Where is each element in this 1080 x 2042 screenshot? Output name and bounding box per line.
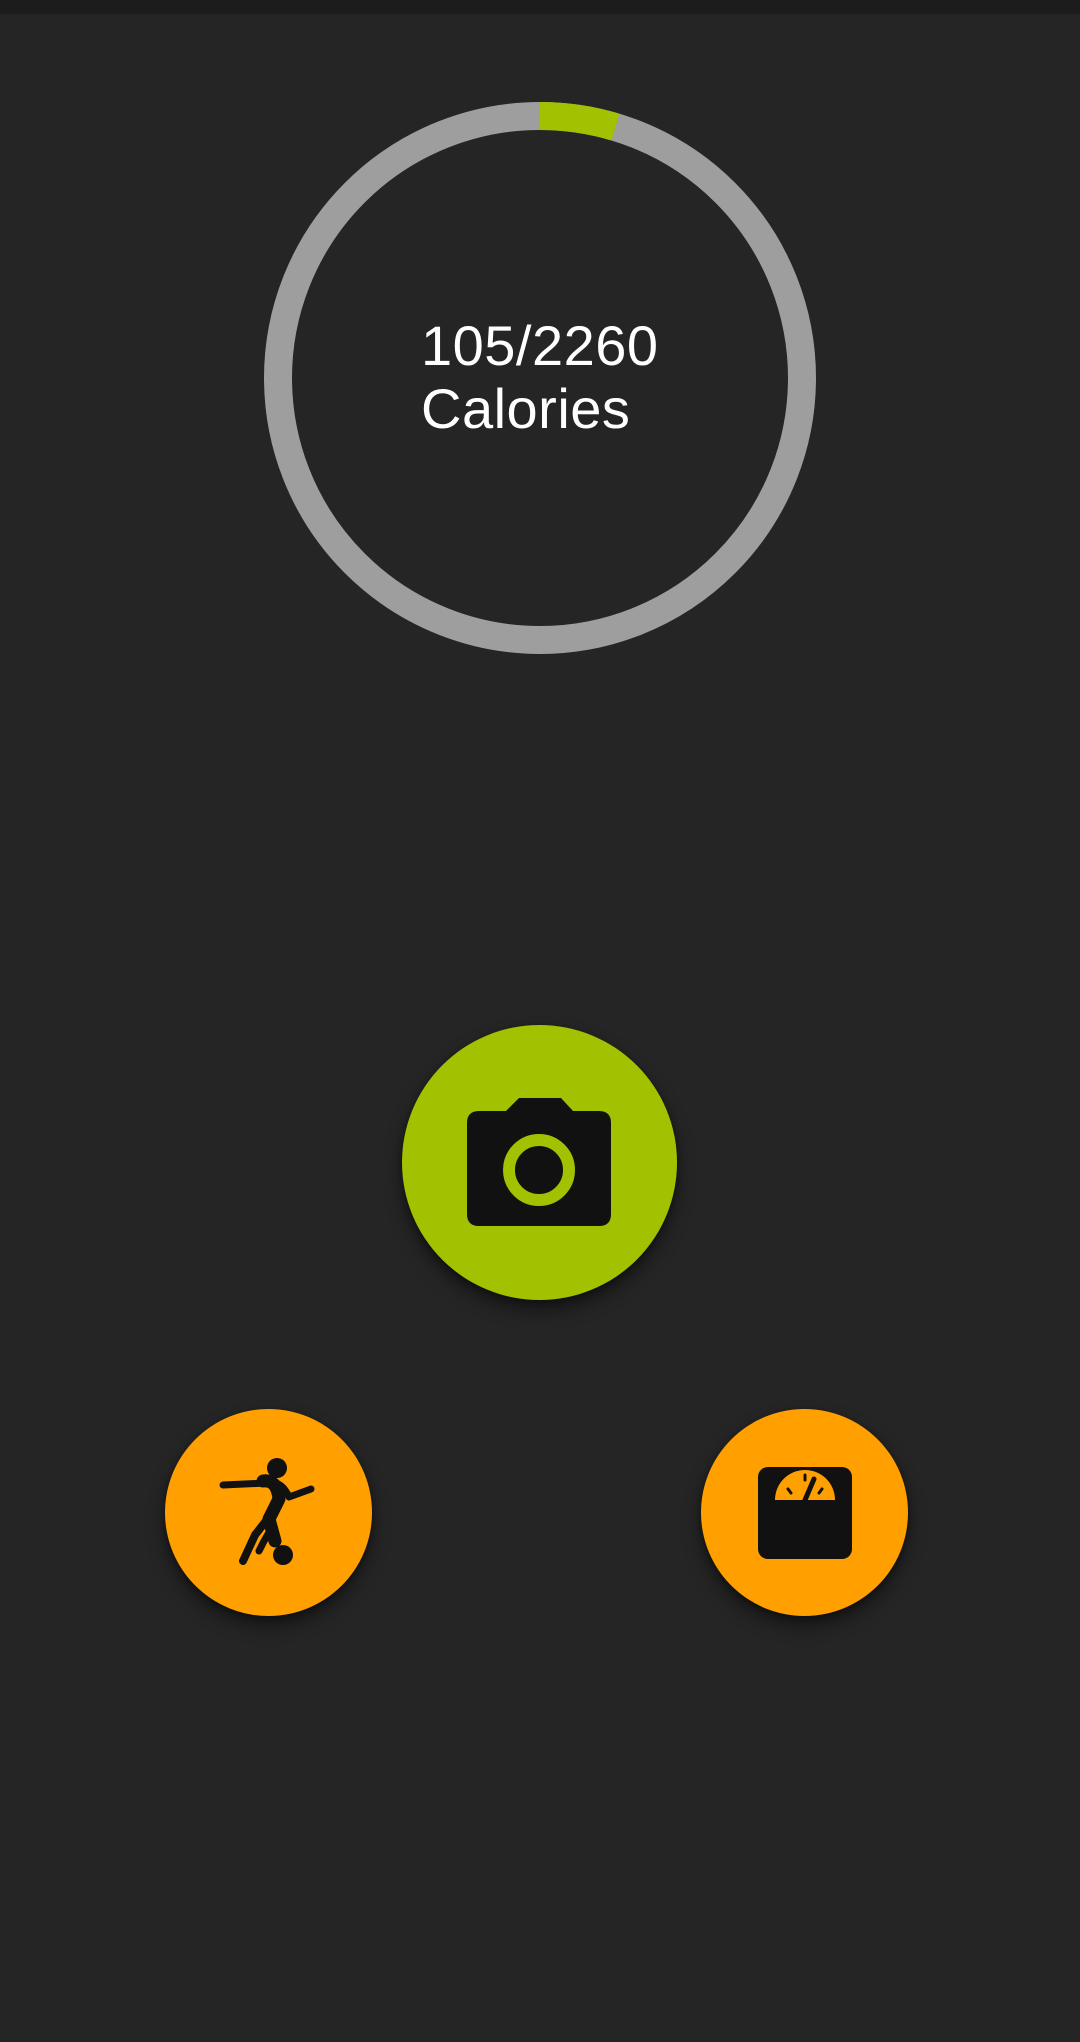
status-bar (0, 0, 1080, 14)
calorie-unit-label: Calories (421, 377, 631, 440)
bathroom-scale-icon (757, 1466, 852, 1559)
calorie-summary: 105/2260 Calories (421, 314, 659, 440)
camera-button[interactable] (402, 1025, 677, 1300)
calorie-count: 105/2260 (421, 314, 659, 377)
calorie-progress-ring: 105/2260 Calories (264, 102, 816, 654)
weight-button[interactable] (701, 1409, 908, 1616)
camera-icon (467, 1097, 611, 1226)
exercise-button[interactable] (165, 1409, 372, 1616)
soccer-player-icon (219, 1457, 314, 1565)
